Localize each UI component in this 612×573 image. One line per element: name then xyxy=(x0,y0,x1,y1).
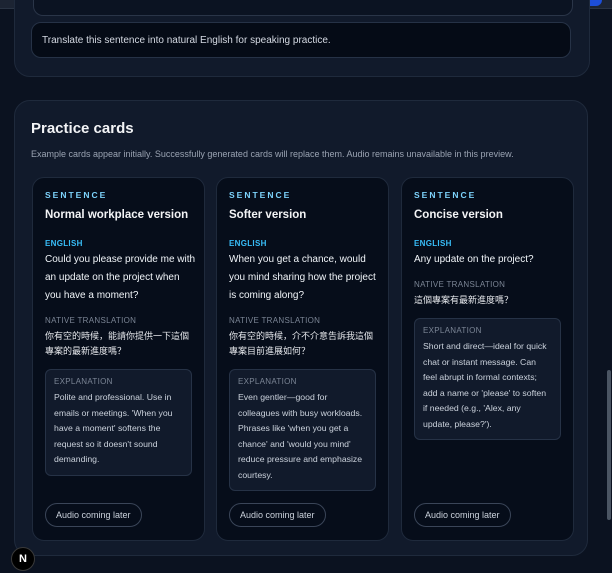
practice-card-normal: SENTENCE Normal workplace version ENGLIS… xyxy=(32,177,205,541)
scrollbar-thumb[interactable] xyxy=(607,370,611,520)
explanation-label: EXPLANATION xyxy=(423,326,482,335)
audio-button[interactable]: Audio coming later xyxy=(414,503,511,527)
practice-card-concise: SENTENCE Concise version ENGLISH Any upd… xyxy=(401,177,574,541)
n-badge-icon[interactable]: N xyxy=(11,547,35,571)
explanation-box: EXPLANATION Polite and professional. Use… xyxy=(45,369,192,476)
english-label: ENGLISH xyxy=(414,239,452,248)
explanation-label: EXPLANATION xyxy=(54,377,113,386)
section-title: Practice cards xyxy=(31,120,134,137)
native-label: NATIVE TRANSLATION xyxy=(414,280,506,289)
previous-field[interactable] xyxy=(33,0,573,16)
card-title: Normal workplace version xyxy=(45,209,189,221)
explanation-box: EXPLANATION Short and direct—ideal for q… xyxy=(414,318,561,440)
card-title: Concise version xyxy=(414,209,503,221)
prompt-field[interactable]: Translate this sentence into natural Eng… xyxy=(31,22,571,58)
native-translation: 你有空的時候，能請你提供一下這個專案的最新進度嗎？ xyxy=(45,331,190,356)
prompt-text: Translate this sentence into natural Eng… xyxy=(42,34,331,46)
card-title: Softer version xyxy=(229,209,307,221)
card-kicker: SENTENCE xyxy=(45,190,108,200)
practice-card-softer: SENTENCE Softer version ENGLISH When you… xyxy=(216,177,389,541)
native-label: NATIVE TRANSLATION xyxy=(45,316,137,325)
english-label: ENGLISH xyxy=(229,239,267,248)
explanation-text: Short and direct—ideal for quick chat or… xyxy=(423,341,547,429)
english-label: ENGLISH xyxy=(45,239,83,248)
english-sentence: Any update on the project? xyxy=(414,254,534,265)
native-translation: 這個專案有最新進度嗎？ xyxy=(414,295,514,305)
english-sentence: When you get a chance, would you mind sh… xyxy=(229,254,376,301)
native-label: NATIVE TRANSLATION xyxy=(229,316,321,325)
audio-button[interactable]: Audio coming later xyxy=(45,503,142,527)
practice-cards-panel: Practice cards Example cards appear init… xyxy=(14,100,588,556)
section-subtitle: Example cards appear initially. Successf… xyxy=(31,149,514,159)
explanation-box: EXPLANATION Even gentler—good for collea… xyxy=(229,369,376,491)
card-kicker: SENTENCE xyxy=(414,190,477,200)
english-sentence: Could you please provide me with an upda… xyxy=(45,254,196,301)
explanation-text: Polite and professional. Use in emails o… xyxy=(54,392,173,464)
card-kicker: SENTENCE xyxy=(229,190,292,200)
native-translation: 你有空的時候，介不介意告訴我這個專案目前進展如何？ xyxy=(229,331,374,356)
audio-button[interactable]: Audio coming later xyxy=(229,503,326,527)
explanation-text: Even gentler—good for colleagues with bu… xyxy=(238,392,363,480)
explanation-label: EXPLANATION xyxy=(238,377,297,386)
